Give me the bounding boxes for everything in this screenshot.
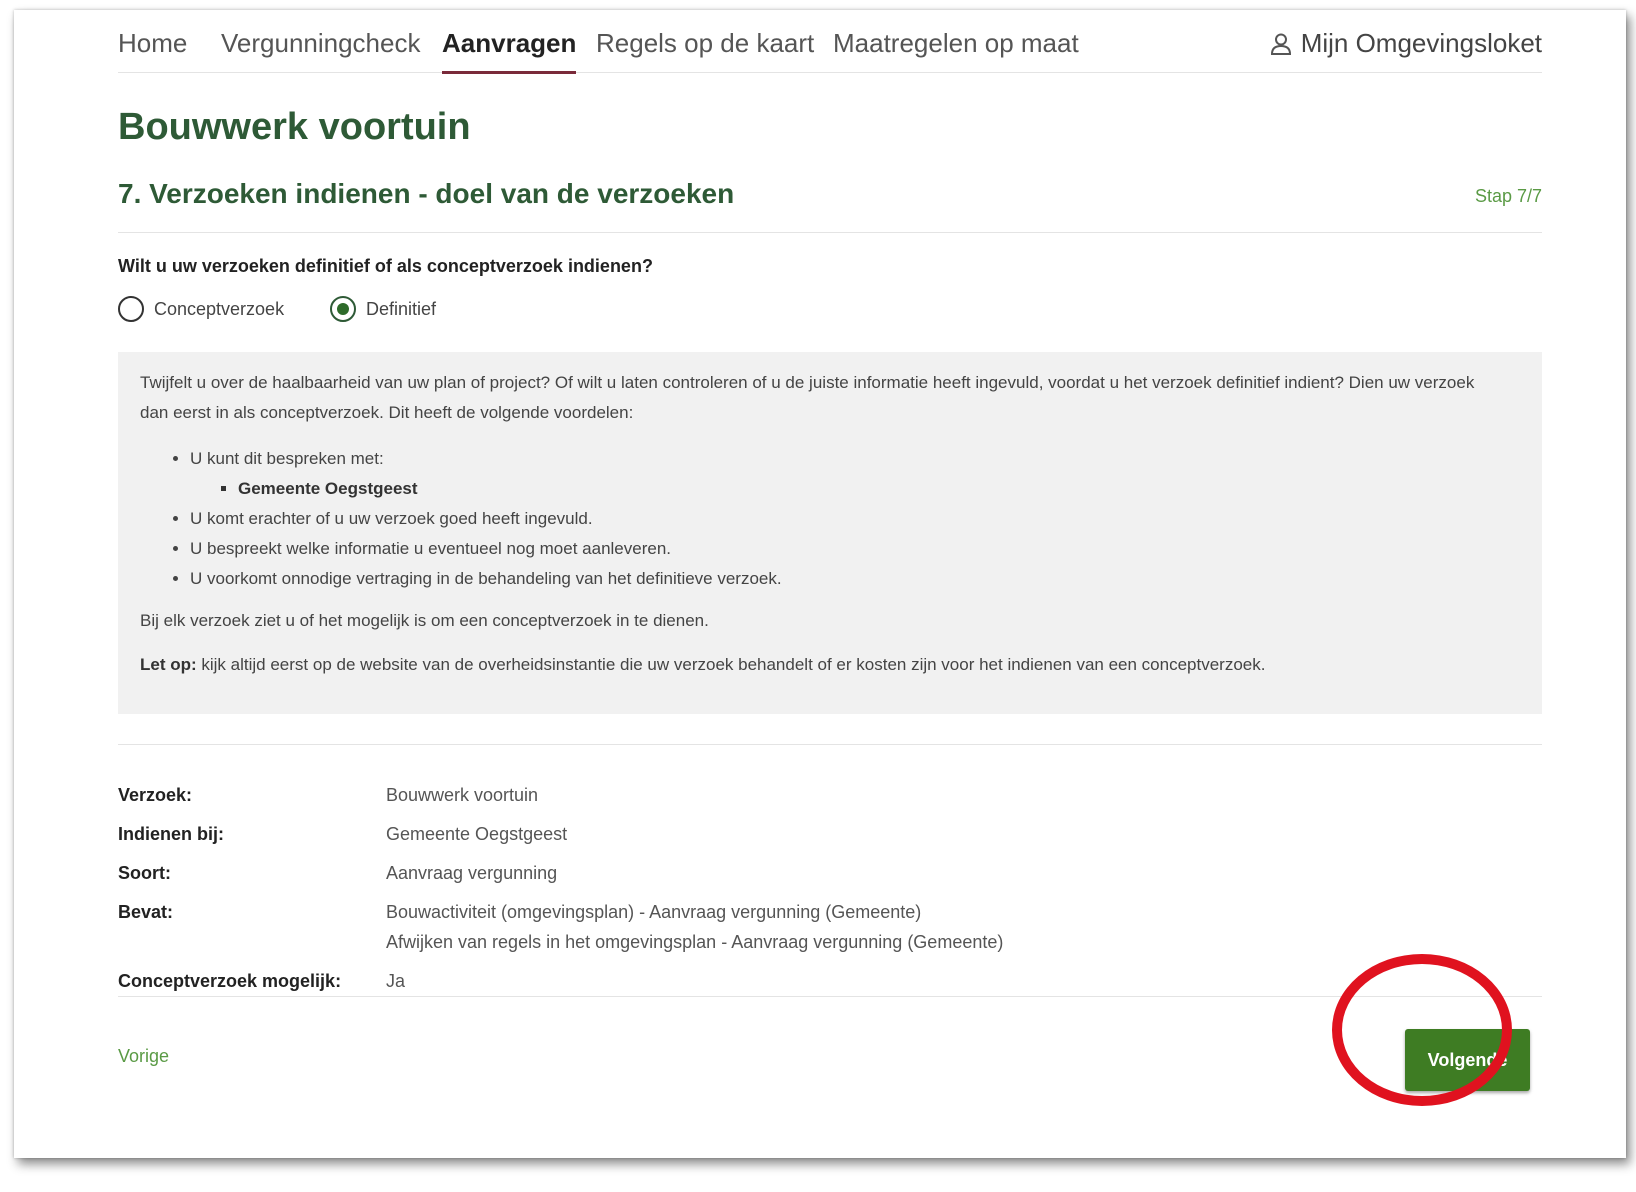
previous-link[interactable]: Vorige xyxy=(118,1046,169,1067)
summary-label: Soort: xyxy=(118,863,171,883)
list-item: U bespreekt welke informatie u eventueel… xyxy=(190,534,1520,564)
nav-user-label: Mijn Omgevingsloket xyxy=(1300,28,1542,58)
summary-value: Bouwwerk voortuin xyxy=(386,785,539,805)
page-title: Bouwwerk voortuin xyxy=(118,106,471,148)
radio-definitief[interactable]: Definitief xyxy=(330,292,436,326)
info-warning: Let op: kijk altijd eerst op de website … xyxy=(140,650,1520,680)
radio-label-definitief: Definitief xyxy=(366,298,437,319)
list-item-text: U kunt dit bespreken met: xyxy=(190,449,384,468)
nav-vergunningcheck[interactable]: Vergunningcheck xyxy=(221,10,420,72)
radio-conceptverzoek[interactable]: Conceptverzoek xyxy=(118,292,284,326)
info-benefits-list: U kunt dit bespreken met: Gemeente Oegst… xyxy=(140,444,1520,594)
nav-aanvragen[interactable]: Aanvragen xyxy=(442,10,577,74)
divider xyxy=(118,744,1542,745)
summary-label: Bevat: xyxy=(118,902,174,922)
nav-regels-op-de-kaart[interactable]: Regels op de kaart xyxy=(596,10,814,72)
nav-maatregelen-op-maat[interactable]: Maatregelen op maat xyxy=(833,10,1079,72)
summary-value: Ja xyxy=(386,971,406,991)
browser-frame: Home Vergunningcheck Aanvragen Regels op… xyxy=(14,10,1626,1158)
warning-label: Let op: xyxy=(140,655,197,674)
summary-label: Verzoek: xyxy=(118,785,193,805)
user-icon xyxy=(1270,33,1291,55)
next-button[interactable]: Volgende xyxy=(1405,1029,1530,1091)
radio-label-conceptverzoek: Conceptverzoek xyxy=(154,298,285,319)
info-sublist: Gemeente Oegstgeest xyxy=(190,474,1520,504)
warning-text: kijk altijd eerst op de website van de o… xyxy=(196,655,1266,674)
step-counter: Stap 7/7 xyxy=(1474,186,1542,206)
nav-mijn-omgevingsloket[interactable]: Mijn Omgevingsloket xyxy=(1269,10,1542,72)
summary-label: Conceptverzoek mogelijk: xyxy=(118,971,342,991)
concept-info-box: Twijfelt u over de haalbaarheid van uw p… xyxy=(118,352,1542,714)
top-navigation: Home Vergunningcheck Aanvragen Regels op… xyxy=(118,10,1542,74)
list-item-municipality: Gemeente Oegstgeest xyxy=(238,474,1520,504)
list-item: U voorkomt onnodige vertraging in de beh… xyxy=(190,564,1520,594)
radio-button-unchecked[interactable] xyxy=(118,296,144,322)
summary-value: Afwijken van regels in het omgevingsplan… xyxy=(386,932,1004,952)
divider xyxy=(118,232,1542,233)
submission-question: Wilt u uw verzoeken definitief of als co… xyxy=(118,256,653,276)
nav-home[interactable]: Home xyxy=(118,10,187,72)
info-intro: Twijfelt u over de haalbaarheid van uw p… xyxy=(140,373,1475,422)
divider xyxy=(118,996,1542,997)
summary-value: Gemeente Oegstgeest xyxy=(386,824,568,844)
summary-value: Bouwactiviteit (omgevingsplan) - Aanvraa… xyxy=(386,902,922,922)
page-content: Home Vergunningcheck Aanvragen Regels op… xyxy=(118,10,1542,1158)
step-title: 7. Verzoeken indienen - doel van de verz… xyxy=(118,178,735,209)
info-note: Bij elk verzoek ziet u of het mogelijk i… xyxy=(140,611,709,630)
summary-label: Indienen bij: xyxy=(118,824,224,844)
list-item: U komt erachter of u uw verzoek goed hee… xyxy=(190,504,1520,534)
summary-value: Aanvraag vergunning xyxy=(386,863,558,883)
radio-button-checked[interactable] xyxy=(330,296,356,322)
list-item: U kunt dit bespreken met: Gemeente Oegst… xyxy=(190,444,1520,504)
